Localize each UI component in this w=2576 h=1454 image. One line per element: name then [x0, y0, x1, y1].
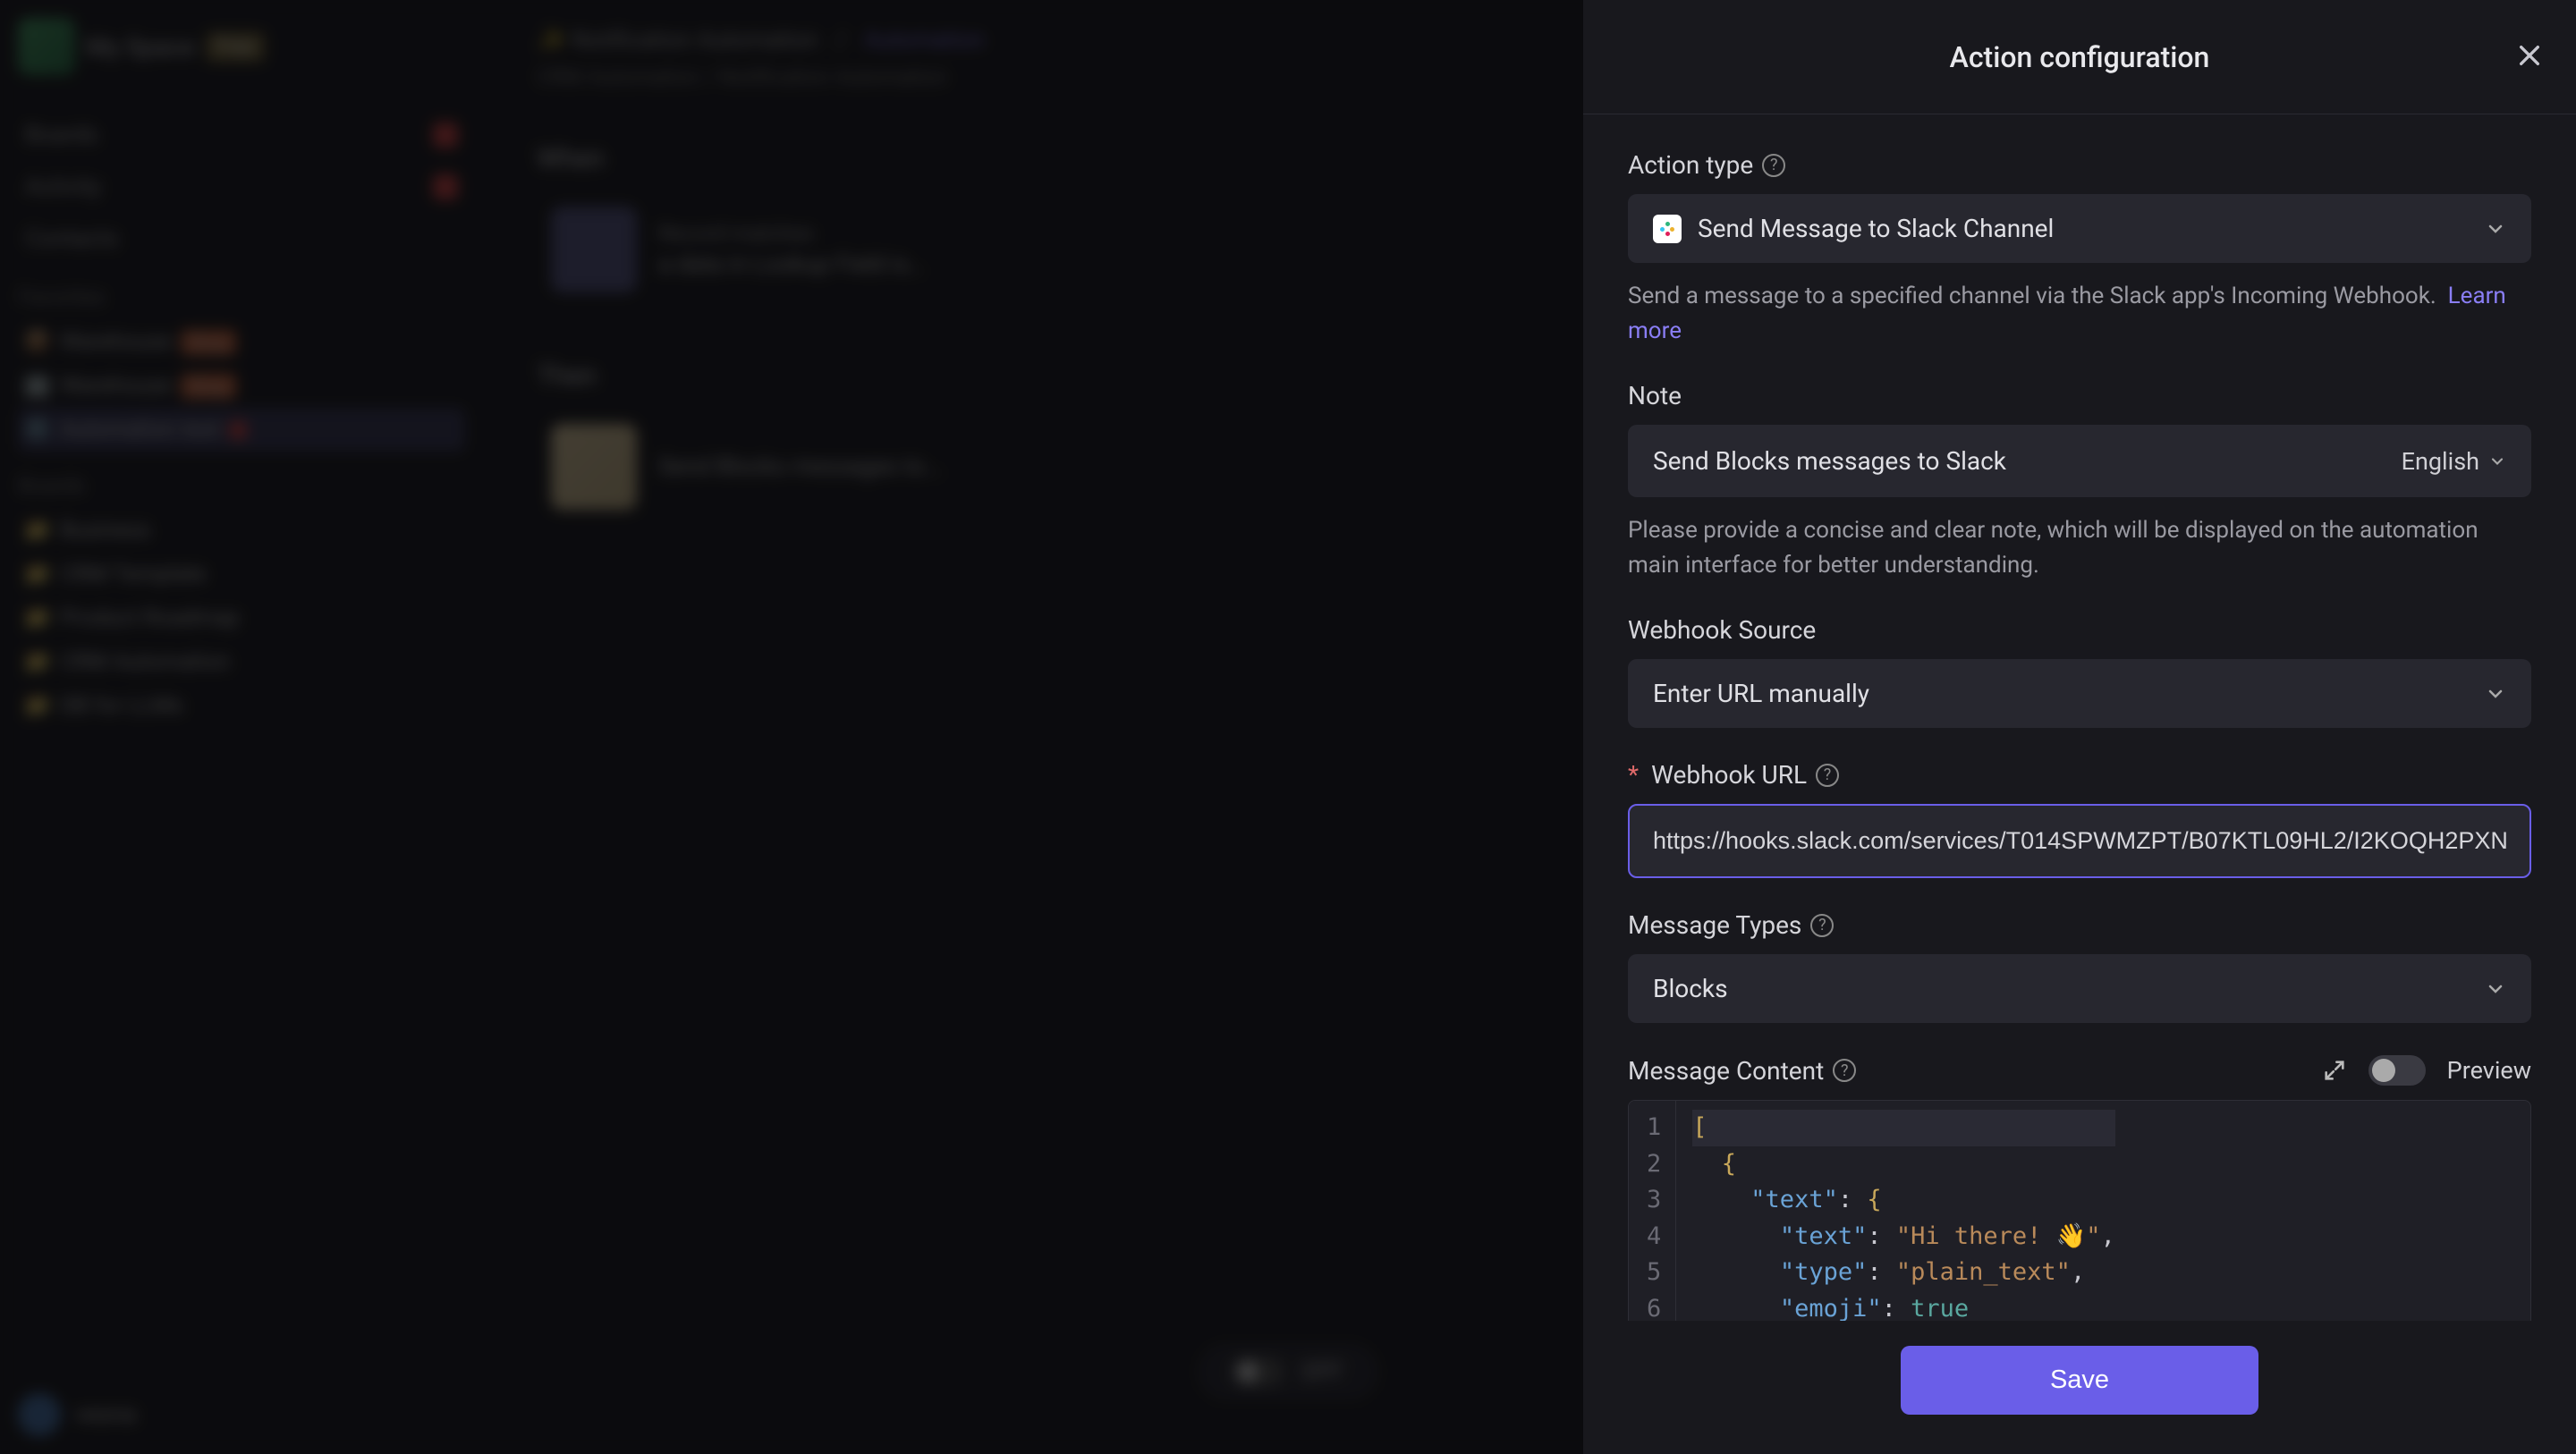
- webhook-source-label: Webhook Source: [1628, 615, 1816, 645]
- line-gutter: 1234567: [1629, 1101, 1676, 1321]
- panel-footer: Save: [1583, 1321, 2576, 1454]
- webhook-source-value: Enter URL manually: [1653, 679, 1869, 708]
- required-indicator: *: [1628, 760, 1639, 790]
- slack-icon: [1653, 215, 1682, 243]
- help-icon[interactable]: ?: [1816, 764, 1839, 787]
- webhook-url-label: Webhook URL: [1651, 760, 1807, 790]
- action-type-value: Send Message to Slack Channel: [1698, 214, 2054, 243]
- code-content: [ { "text": { "text": "Hi there! 👋", "ty…: [1676, 1101, 2131, 1321]
- chevron-down-icon: [2488, 452, 2506, 470]
- note-lang-select[interactable]: English: [2402, 447, 2506, 476]
- action-type-field: Action type ? Send Message to Slack Chan…: [1628, 150, 2531, 349]
- expand-icon[interactable]: [2322, 1058, 2347, 1083]
- webhook-source-select[interactable]: Enter URL manually: [1628, 659, 2531, 728]
- note-value: Send Blocks messages to Slack: [1653, 446, 2006, 476]
- message-types-select[interactable]: Blocks: [1628, 954, 2531, 1023]
- message-types-field: Message Types ? Blocks: [1628, 910, 2531, 1023]
- message-content-label: Message Content: [1628, 1056, 1824, 1086]
- panel-header: Action configuration: [1583, 0, 2576, 114]
- help-icon[interactable]: ?: [1810, 914, 1834, 937]
- close-icon: [2515, 41, 2544, 70]
- action-type-label: Action type: [1628, 150, 1753, 180]
- code-editor[interactable]: 1234567 [ { "text": { "text": "Hi there!…: [1628, 1100, 2531, 1321]
- action-config-panel: Action configuration Action type ? Send …: [1583, 0, 2576, 1454]
- preview-toggle[interactable]: [2368, 1055, 2426, 1086]
- panel-body: Action type ? Send Message to Slack Chan…: [1583, 114, 2576, 1321]
- preview-label: Preview: [2447, 1056, 2531, 1085]
- message-content-field: Message Content ? Preview 1234567 [ { "t…: [1628, 1055, 2531, 1321]
- note-input[interactable]: Send Blocks messages to Slack English: [1628, 425, 2531, 497]
- note-field: Note Send Blocks messages to Slack Engli…: [1628, 381, 2531, 583]
- chevron-down-icon: [2485, 978, 2506, 1000]
- help-icon[interactable]: ?: [1833, 1059, 1856, 1082]
- webhook-url-input[interactable]: [1628, 804, 2531, 878]
- save-button[interactable]: Save: [1901, 1346, 2258, 1415]
- action-type-help: Send a message to a specified channel vi…: [1628, 279, 2531, 349]
- message-types-label: Message Types: [1628, 910, 1801, 940]
- webhook-url-field: * Webhook URL ?: [1628, 760, 2531, 878]
- close-button[interactable]: [2515, 41, 2544, 73]
- note-label: Note: [1628, 381, 1682, 410]
- help-icon[interactable]: ?: [1762, 154, 1785, 177]
- note-help: Please provide a concise and clear note,…: [1628, 513, 2531, 583]
- chevron-down-icon: [2485, 683, 2506, 705]
- action-type-select[interactable]: Send Message to Slack Channel: [1628, 194, 2531, 263]
- message-types-value: Blocks: [1653, 974, 1728, 1003]
- panel-title: Action configuration: [1950, 40, 2210, 74]
- webhook-source-field: Webhook Source Enter URL manually: [1628, 615, 2531, 728]
- chevron-down-icon: [2485, 218, 2506, 240]
